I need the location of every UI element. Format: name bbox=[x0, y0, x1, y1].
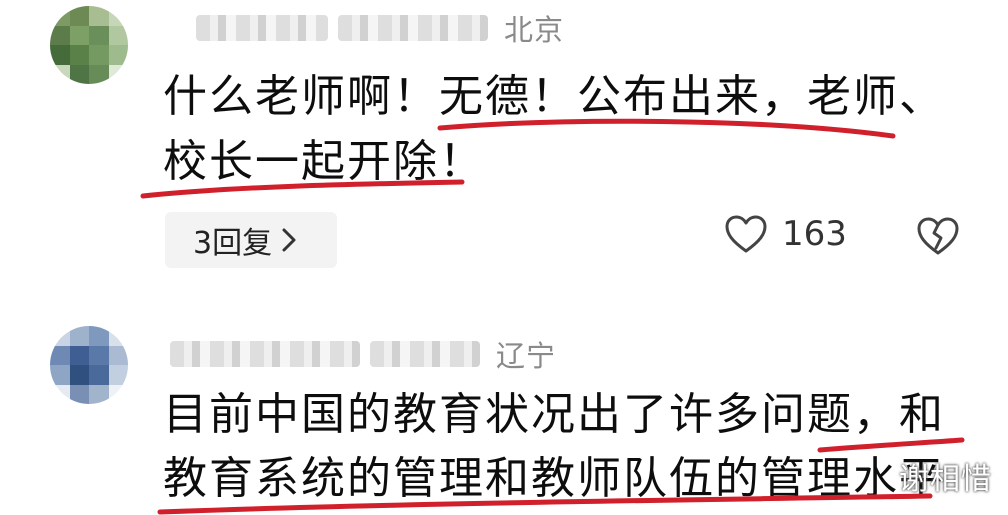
comment-meta: 辽宁 bbox=[170, 334, 556, 374]
broken-heart-icon[interactable] bbox=[916, 216, 960, 256]
like-count: 163 bbox=[782, 214, 847, 254]
location-label: 北京 bbox=[504, 13, 565, 47]
username-blurred[interactable] bbox=[170, 341, 360, 367]
reply-count-label: 3回复 bbox=[193, 226, 273, 261]
watermark: 谢相惜 bbox=[899, 462, 992, 497]
chevron-right-icon bbox=[282, 228, 296, 252]
comment-meta: 北京 bbox=[196, 8, 564, 48]
comment-1: 北京 什么老师啊！无德！公布出来，老师、 校长一起开除！ 3回复 163 bbox=[0, 0, 1008, 290]
heart-icon[interactable] bbox=[724, 214, 768, 254]
comment-text-line-1: 目前中国的教育状况出了许多问题，和 bbox=[163, 389, 945, 440]
comment-text-line-1: 什么老师啊！无德！公布出来，老师、 bbox=[163, 71, 945, 122]
username-blurred[interactable] bbox=[196, 15, 328, 41]
user-tag-blurred bbox=[338, 15, 488, 41]
comment-text-line-2: 校长一起开除！ bbox=[163, 136, 485, 187]
user-tag-blurred bbox=[370, 341, 480, 367]
avatar[interactable] bbox=[50, 326, 128, 404]
location-label: 辽宁 bbox=[496, 339, 557, 373]
comment-2: 辽宁 目前中国的教育状况出了许多问题，和 教育系统的管理和教师队伍的管理水平 bbox=[0, 300, 1008, 515]
dislike-control[interactable] bbox=[916, 216, 960, 260]
view-replies-button[interactable]: 3回复 bbox=[165, 212, 337, 268]
avatar[interactable] bbox=[50, 6, 128, 84]
comment-text-line-2: 教育系统的管理和教师队伍的管理水平 bbox=[163, 453, 945, 504]
like-control[interactable]: 163 bbox=[724, 214, 847, 254]
